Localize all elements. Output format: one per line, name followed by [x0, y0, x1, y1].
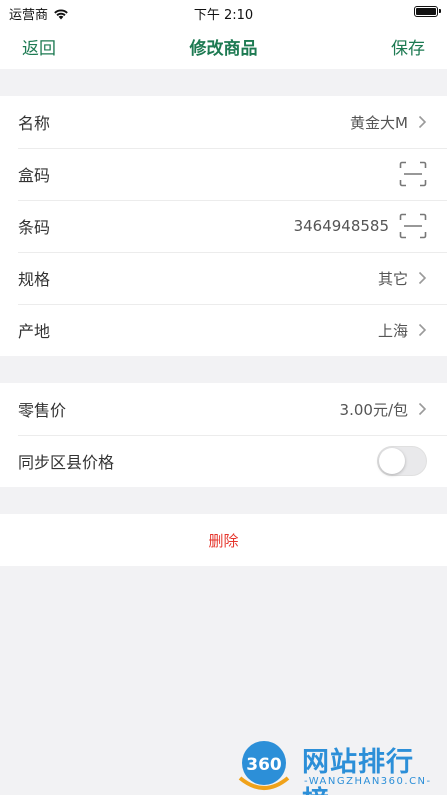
name-value: 黄金大M [350, 113, 408, 132]
sync-price-toggle[interactable] [377, 446, 427, 476]
status-time: 下午 2:10 [193, 8, 254, 23]
sync-price-row: 同步区县价格 [0, 435, 447, 487]
retail-price-row[interactable]: 零售价 3.00元/包 [0, 383, 447, 435]
scan-icon[interactable] [399, 213, 427, 239]
save-button[interactable]: 保存 [391, 34, 425, 59]
navigation-bar: 返回 修改商品 保存 [0, 24, 447, 69]
name-row[interactable]: 名称 黄金大M [0, 96, 447, 148]
chevron-right-icon [418, 271, 427, 285]
watermark-logo: 360 [238, 741, 290, 790]
spec-label: 规格 [18, 270, 51, 289]
status-bar: 运营商 下午 2:10 [0, 0, 447, 24]
chevron-right-icon [418, 402, 427, 416]
sync-price-label: 同步区县价格 [18, 453, 115, 472]
chevron-right-icon [418, 115, 427, 129]
retail-price-label: 零售价 [18, 401, 67, 420]
box-code-row[interactable]: 盒码 [0, 148, 447, 200]
watermark-subtitle: -WANGZHAN360.CN- [304, 776, 432, 787]
scan-icon[interactable] [399, 161, 427, 187]
product-info-section: 名称 黄金大M 盒码 条码 3464948585 规格 其它 产地 上海 [0, 96, 447, 356]
origin-row[interactable]: 产地 上海 [0, 304, 447, 356]
watermark-logo-text: 360 [246, 755, 282, 775]
origin-value: 上海 [377, 321, 408, 340]
delete-label: 删除 [208, 531, 239, 550]
delete-button[interactable]: 删除 [0, 514, 447, 566]
origin-label: 产地 [18, 322, 51, 341]
spec-row[interactable]: 规格 其它 [0, 252, 447, 304]
price-section: 零售价 3.00元/包 同步区县价格 [0, 383, 447, 487]
box-code-label: 盒码 [18, 166, 51, 185]
barcode-row[interactable]: 条码 3464948585 [0, 200, 447, 252]
name-label: 名称 [18, 114, 51, 133]
barcode-value: 3464948585 [293, 217, 389, 235]
back-button[interactable]: 返回 [22, 34, 56, 59]
page-title: 修改商品 [189, 39, 258, 59]
spec-value: 其它 [377, 269, 408, 288]
battery-icon [414, 6, 441, 17]
toggle-knob [379, 448, 405, 474]
retail-price-value: 3.00元/包 [339, 400, 408, 419]
watermark: 360 网站排行榜 -WANGZHAN360.CN- [236, 738, 441, 795]
barcode-label: 条码 [18, 218, 51, 237]
chevron-right-icon [418, 323, 427, 337]
